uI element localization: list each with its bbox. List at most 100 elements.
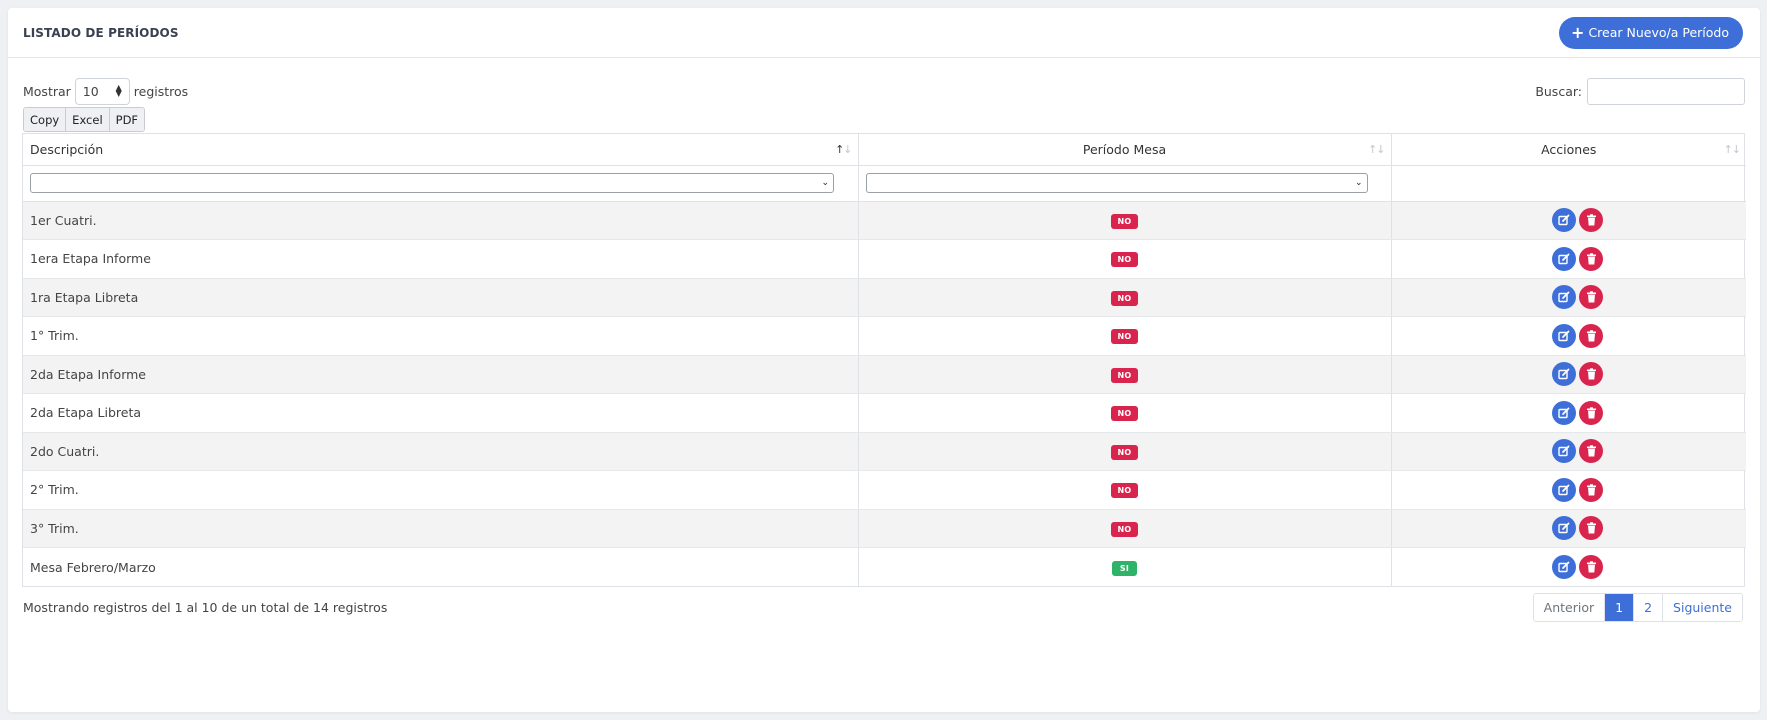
descripcion-cell: 2da Etapa Libreta [23, 393, 859, 433]
trash-icon [1586, 407, 1596, 419]
row-actions [1399, 516, 1740, 541]
column-label: Descripción [30, 141, 104, 157]
edit-button[interactable] [1552, 208, 1577, 233]
edit-button[interactable] [1552, 323, 1577, 348]
trash-icon [1586, 522, 1596, 534]
excel-button[interactable]: Excel [66, 108, 110, 131]
page-button-1[interactable]: 1 [1605, 594, 1635, 621]
column-header-descripcion[interactable]: Descripción ↑↓ [23, 134, 859, 166]
copy-button[interactable]: Copy [24, 108, 67, 131]
table-row: 1ra Etapa Libreta NO [23, 278, 1746, 317]
edit-button[interactable] [1552, 362, 1577, 387]
table-row: 2da Etapa Libreta NO [23, 393, 1746, 433]
create-period-button[interactable]: + Crear Nuevo/a Período [1559, 16, 1743, 49]
create-period-label: Crear Nuevo/a Período [1588, 25, 1729, 40]
table-row: Mesa Febrero/Marzo SI [23, 547, 1746, 587]
periodo-mesa-cell: NO [858, 239, 1392, 279]
table-row: 2° Trim. NO [23, 470, 1746, 510]
filter-cell: ⌄ [858, 165, 1392, 202]
edit-icon [1558, 368, 1570, 380]
search-input[interactable] [1587, 77, 1745, 105]
descripcion-cell: 2da Etapa Informe [23, 355, 859, 394]
acciones-cell [1391, 278, 1746, 317]
sort-icon: ↑↓ [1368, 143, 1385, 156]
delete-button[interactable] [1579, 516, 1604, 541]
delete-button[interactable] [1579, 400, 1604, 425]
table-footer: Mostrando registros del 1 al 10 de un to… [23, 593, 1743, 622]
delete-button[interactable] [1579, 477, 1604, 502]
prev-page-button[interactable]: Anterior [1533, 594, 1606, 621]
edit-icon [1558, 522, 1570, 534]
sort-icon: ↑↓ [835, 143, 852, 156]
page-length: Mostrar 10 ▲ ▼ registros [23, 77, 188, 105]
chevron-down-icon: ⌄ [821, 178, 829, 188]
edit-button[interactable] [1552, 400, 1577, 425]
periods-card: LISTADO DE PERÍODOS + Crear Nuevo/a Perí… [8, 8, 1760, 712]
edit-icon [1558, 561, 1570, 573]
delete-button[interactable] [1579, 208, 1604, 233]
descripcion-cell: 3° Trim. [23, 509, 859, 548]
status-badge: NO [1111, 213, 1138, 229]
periodo-mesa-cell: NO [858, 316, 1392, 356]
delete-button[interactable] [1579, 362, 1604, 387]
column-header-acciones[interactable]: Acciones ↑↓ [1391, 134, 1746, 166]
pdf-button[interactable]: PDF [109, 108, 145, 131]
row-actions [1399, 323, 1740, 348]
table-info: Mostrando registros del 1 al 10 de un to… [23, 600, 388, 615]
column-label: Período Mesa [1082, 141, 1167, 157]
table-row: 2do Cuatri. NO [23, 432, 1746, 471]
periodo-mesa-cell: SI [858, 547, 1392, 586]
edit-button[interactable] [1552, 246, 1577, 271]
row-actions [1399, 285, 1740, 310]
edit-button[interactable] [1552, 439, 1577, 464]
filter-cell [1391, 165, 1746, 202]
table-row: 2da Etapa Informe NO [23, 355, 1746, 394]
acciones-cell [1391, 470, 1746, 510]
edit-button[interactable] [1552, 477, 1577, 502]
plus-icon: + [1571, 22, 1585, 42]
delete-button[interactable] [1579, 246, 1604, 271]
acciones-cell [1391, 548, 1746, 587]
edit-button[interactable] [1552, 516, 1577, 541]
next-page-button[interactable]: Siguiente [1663, 594, 1742, 621]
delete-button[interactable] [1579, 323, 1604, 348]
column-header-periodo-mesa[interactable]: Período Mesa ↑↓ [858, 134, 1392, 166]
edit-button[interactable] [1552, 555, 1577, 579]
edit-icon [1558, 291, 1570, 303]
card-header: LISTADO DE PERÍODOS + Crear Nuevo/a Perí… [8, 8, 1760, 58]
acciones-cell [1391, 393, 1746, 433]
descripcion-filter-select[interactable]: ⌄ [30, 173, 834, 193]
edit-icon [1558, 445, 1570, 457]
periodo-mesa-filter-select[interactable]: ⌄ [865, 173, 1368, 193]
trash-icon [1586, 484, 1596, 496]
delete-button[interactable] [1579, 285, 1604, 310]
chevron-down-icon: ⌄ [1354, 178, 1363, 188]
status-badge: NO [1111, 252, 1138, 268]
status-badge: NO [1111, 483, 1138, 499]
search-box: Buscar: [1535, 77, 1745, 105]
page-title: LISTADO DE PERÍODOS [23, 25, 179, 40]
periodo-mesa-cell: NO [858, 470, 1392, 510]
filter-cell: ⌄ [23, 165, 859, 202]
trash-icon [1586, 561, 1596, 573]
status-badge: SI [1111, 560, 1138, 576]
pagination: Anterior 1 2 Siguiente [1532, 593, 1743, 622]
edit-icon [1558, 407, 1570, 418]
page-button-2[interactable]: 2 [1634, 594, 1664, 621]
acciones-cell [1391, 509, 1746, 548]
periodo-mesa-cell: NO [858, 278, 1392, 317]
delete-button[interactable] [1579, 439, 1604, 464]
edit-icon [1558, 253, 1570, 264]
descripcion-cell: 2do Cuatri. [23, 432, 859, 471]
page-size-value: 10 [82, 83, 99, 99]
periods-table: Descripción ↑↓ Período Mesa ↑↓ Acciones … [22, 133, 1746, 587]
status-badge: NO [1111, 290, 1138, 306]
row-actions [1399, 439, 1740, 464]
table-row: 1er Cuatri. NO [23, 201, 1746, 240]
descripcion-cell: 1° Trim. [23, 316, 859, 356]
sort-icon: ↑↓ [1723, 143, 1741, 156]
delete-button[interactable] [1579, 555, 1604, 579]
row-actions [1399, 208, 1740, 233]
page-size-select[interactable]: 10 ▲ ▼ [74, 77, 130, 105]
edit-button[interactable] [1552, 285, 1577, 310]
